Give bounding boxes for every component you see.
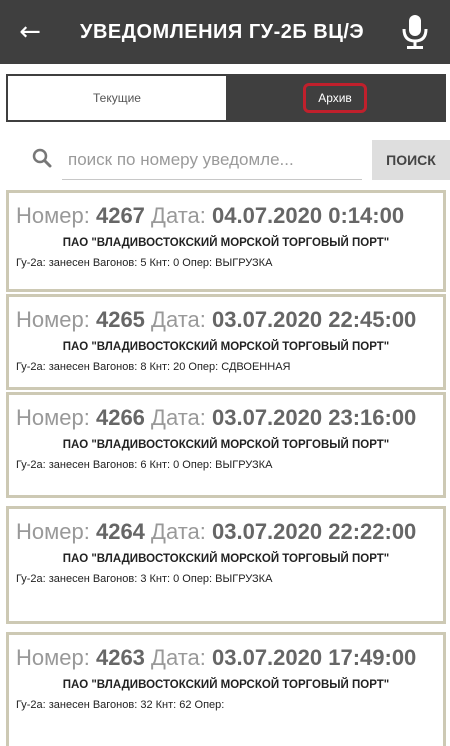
number-label: Номер: xyxy=(16,405,90,430)
tab-bar: Текущие Архив xyxy=(6,74,446,122)
notification-details: Гу-2а: занесен Вагонов: 3 Кнт: 0 Опер: В… xyxy=(16,573,273,585)
date-label: Дата: xyxy=(151,405,206,430)
notification-card[interactable]: Номер: 4267 Дата: 04.07.2020 0:14:00 ПАО… xyxy=(6,190,446,292)
arrow-left-icon: ← xyxy=(19,17,41,47)
notification-card[interactable]: Номер: 4265 Дата: 03.07.2020 22:45:00 ПА… xyxy=(6,294,446,390)
card-header: Номер: 4265 Дата: 03.07.2020 22:45:00 xyxy=(16,307,443,333)
notification-card[interactable]: Номер: 4263 Дата: 03.07.2020 17:49:00 ПА… xyxy=(6,632,446,746)
notification-number: 4265 xyxy=(95,307,145,332)
date-label: Дата: xyxy=(151,307,206,332)
microphone-icon xyxy=(402,15,428,49)
search-button[interactable]: ПОИСК xyxy=(372,140,450,180)
notification-date: 03.07.2020 23:16:00 xyxy=(212,405,417,430)
notification-number: 4266 xyxy=(95,405,145,430)
notification-card[interactable]: Номер: 4266 Дата: 03.07.2020 23:16:00 ПА… xyxy=(6,392,446,498)
notification-date: 03.07.2020 17:49:00 xyxy=(212,645,417,670)
number-label: Номер: xyxy=(16,519,90,544)
notification-date: 03.07.2020 22:22:00 xyxy=(212,519,417,544)
card-header: Номер: 4264 Дата: 03.07.2020 22:22:00 xyxy=(16,519,443,545)
app-bar: ← УВЕДОМЛЕНИЯ ГУ-2Б ВЦ/Э xyxy=(0,0,450,64)
search-input[interactable] xyxy=(62,140,362,180)
number-label: Номер: xyxy=(16,645,90,670)
page-title: УВЕДОМЛЕНИЯ ГУ-2Б ВЦ/Э xyxy=(80,20,365,43)
notification-details: Гу-2а: занесен Вагонов: 6 Кнт: 0 Опер: В… xyxy=(16,459,273,471)
notification-date: 04.07.2020 0:14:00 xyxy=(212,203,405,228)
notification-card[interactable]: Номер: 4264 Дата: 03.07.2020 22:22:00 ПА… xyxy=(6,506,446,624)
organization-name: ПАО "ВЛАДИВОСТОКСКИЙ МОРСКОЙ ТОРГОВЫЙ ПО… xyxy=(62,439,390,451)
card-header: Номер: 4263 Дата: 03.07.2020 17:49:00 xyxy=(16,645,443,671)
notification-number: 4267 xyxy=(95,203,145,228)
card-header: Номер: 4266 Дата: 03.07.2020 23:16:00 xyxy=(16,405,443,431)
tab-archive-label: Архив xyxy=(303,83,367,113)
organization-name: ПАО "ВЛАДИВОСТОКСКИЙ МОРСКОЙ ТОРГОВЫЙ ПО… xyxy=(62,341,390,353)
number-label: Номер: xyxy=(16,203,90,228)
search-icon xyxy=(32,148,52,168)
voice-input-button[interactable] xyxy=(380,0,450,64)
notification-details: Гу-2а: занесен Вагонов: 8 Кнт: 20 Опер: … xyxy=(16,361,291,373)
tab-archive[interactable]: Архив xyxy=(226,76,444,120)
tab-current-label: Текущие xyxy=(93,91,141,105)
organization-name: ПАО "ВЛАДИВОСТОКСКИЙ МОРСКОЙ ТОРГОВЫЙ ПО… xyxy=(62,679,390,691)
notification-number: 4263 xyxy=(95,645,145,670)
number-label: Номер: xyxy=(16,307,90,332)
notification-date: 03.07.2020 22:45:00 xyxy=(212,307,417,332)
date-label: Дата: xyxy=(151,645,206,670)
back-button[interactable]: ← xyxy=(0,0,60,64)
card-header: Номер: 4267 Дата: 04.07.2020 0:14:00 xyxy=(16,203,443,229)
organization-name: ПАО "ВЛАДИВОСТОКСКИЙ МОРСКОЙ ТОРГОВЫЙ ПО… xyxy=(62,553,390,565)
notification-number: 4264 xyxy=(95,519,145,544)
tab-current[interactable]: Текущие xyxy=(8,76,226,120)
notification-details: Гу-2а: занесен Вагонов: 32 Кнт: 62 Опер: xyxy=(16,699,225,711)
date-label: Дата: xyxy=(151,203,206,228)
notification-details: Гу-2а: занесен Вагонов: 5 Кнт: 0 Опер: В… xyxy=(16,257,273,269)
organization-name: ПАО "ВЛАДИВОСТОКСКИЙ МОРСКОЙ ТОРГОВЫЙ ПО… xyxy=(62,237,390,249)
date-label: Дата: xyxy=(151,519,206,544)
search-bar: ПОИСК xyxy=(0,134,450,186)
